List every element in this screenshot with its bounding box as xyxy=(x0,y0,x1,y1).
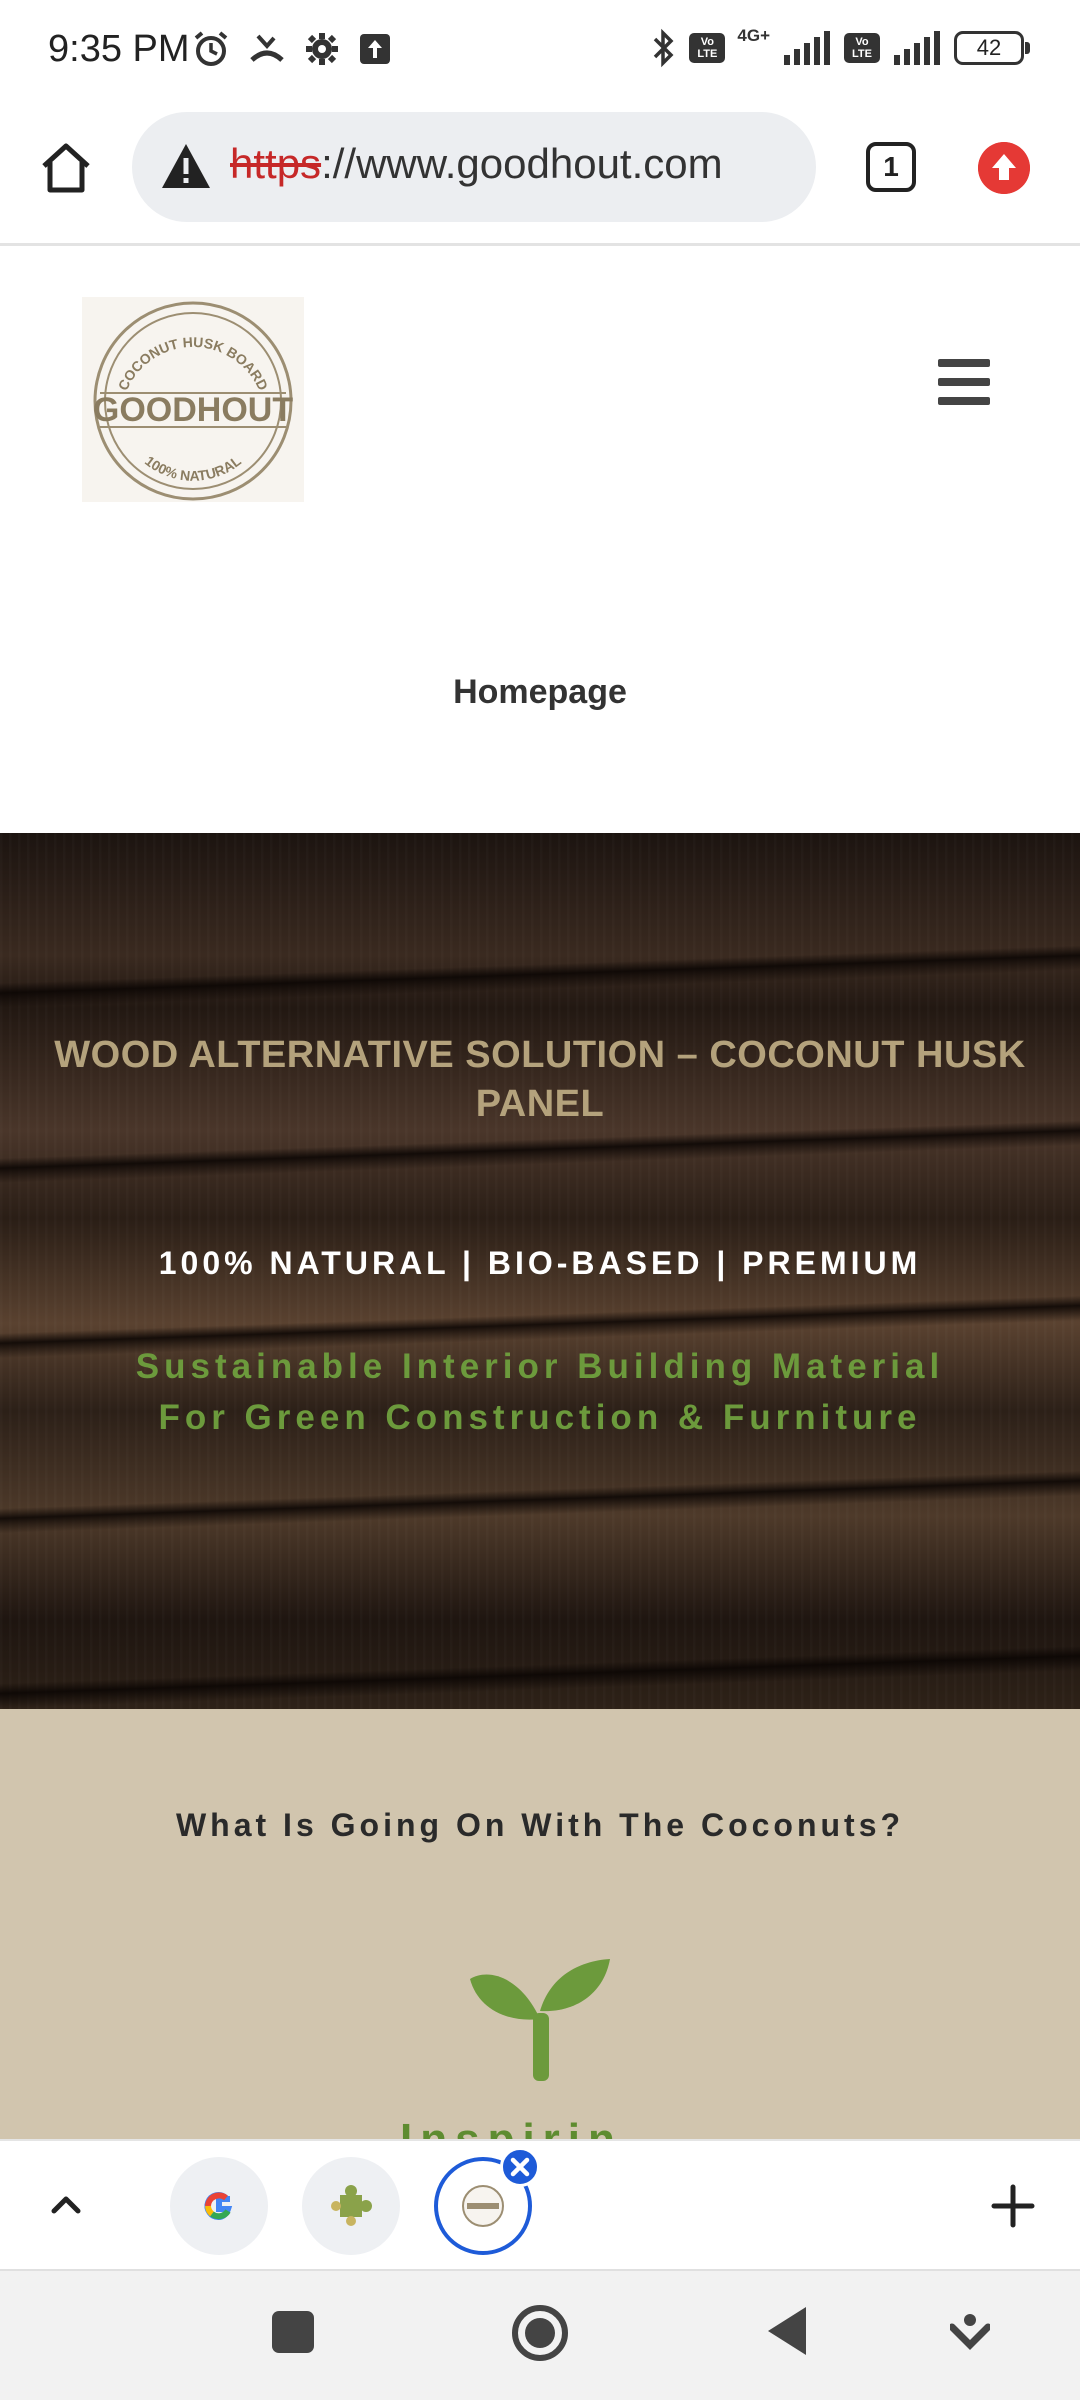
hero-tagline: 100% NATURAL | BIO-BASED | PREMIUM xyxy=(158,1245,922,1281)
update-icon[interactable] xyxy=(978,142,1030,194)
section-subheading: Inspiring xyxy=(400,2121,620,2139)
url-scheme: https xyxy=(230,140,322,187)
tab-google[interactable] xyxy=(170,2157,268,2255)
sprout-icon xyxy=(470,1959,610,2081)
system-nav-bar xyxy=(0,2269,1080,2400)
close-icon xyxy=(510,2157,530,2177)
signal-icon xyxy=(784,31,830,65)
coconut-section: What Is Going On With The Coconuts? Insp… xyxy=(0,1709,1080,2139)
status-right-icons: Vo LTE 4G+ Vo LTE 42 xyxy=(651,26,1030,68)
battery-icon: 42 xyxy=(954,31,1030,65)
site-header: COCONUT HUSK BOARD GOODHOUT 100% NATURAL… xyxy=(0,249,1080,829)
goodhout-logo[interactable]: COCONUT HUSK BOARD GOODHOUT 100% NATURAL xyxy=(82,297,304,502)
home-icon-nav[interactable] xyxy=(510,2303,570,2363)
recents-icon[interactable] xyxy=(270,2309,316,2355)
home-icon[interactable] xyxy=(36,138,96,198)
close-tab-button[interactable] xyxy=(500,2147,540,2187)
signal-icon-2 xyxy=(894,31,940,65)
tab-strip xyxy=(0,2139,1080,2269)
missed-call-icon xyxy=(250,34,284,62)
url-host: ://www.goodhout.com xyxy=(321,140,723,187)
hero-banner: WOOD ALTERNATIVE SOLUTION – COCONUT HUSK… xyxy=(0,833,1080,1709)
tab-puzzle[interactable] xyxy=(302,2157,400,2255)
hamburger-menu-icon[interactable] xyxy=(938,359,990,405)
logo-wordmark: GOODHOUT xyxy=(93,391,293,429)
status-left-icons xyxy=(192,30,392,68)
bluetooth-icon xyxy=(654,28,674,68)
alarm-icon xyxy=(194,31,228,66)
volte-badge: Vo LTE xyxy=(689,33,726,63)
section-subheading-text: Inspiring xyxy=(400,2121,620,2139)
chevron-up-icon[interactable] xyxy=(44,2183,88,2227)
assistant-icon[interactable] xyxy=(950,2313,990,2353)
network-type: 4G+ xyxy=(737,26,770,45)
warning-icon[interactable] xyxy=(160,142,212,190)
plus-icon[interactable] xyxy=(990,2183,1036,2229)
tab-goodhout[interactable] xyxy=(434,2147,540,2255)
status-bar: 9:35 PM Vo LTE 4G+ Vo LTE 42 xyxy=(0,0,1080,100)
volte-badge-2: Vo LTE xyxy=(844,33,880,63)
url-text[interactable]: https://www.goodhout.com xyxy=(230,140,723,188)
google-tab-icon xyxy=(204,2192,233,2220)
back-icon[interactable] xyxy=(764,2303,810,2359)
hero-title: WOOD ALTERNATIVE SOLUTION – COCONUT HUSK… xyxy=(54,1034,1026,1125)
status-time: 9:35 PM xyxy=(48,28,190,70)
puzzle-tab-icon xyxy=(331,2185,372,2226)
hero-subtitle: Sustainable Interior Building Material F… xyxy=(135,1347,945,1437)
page-title: Homepage xyxy=(453,673,627,711)
address-bar[interactable]: https://www.goodhout.com xyxy=(132,112,816,222)
tab-switcher-icon[interactable]: 1 xyxy=(866,142,916,192)
browser-toolbar: https://www.goodhout.com 1 xyxy=(0,100,1080,246)
section-heading: What Is Going On With The Coconuts? xyxy=(175,1807,905,1843)
upload-icon xyxy=(360,34,390,64)
settings-icon xyxy=(306,33,338,65)
